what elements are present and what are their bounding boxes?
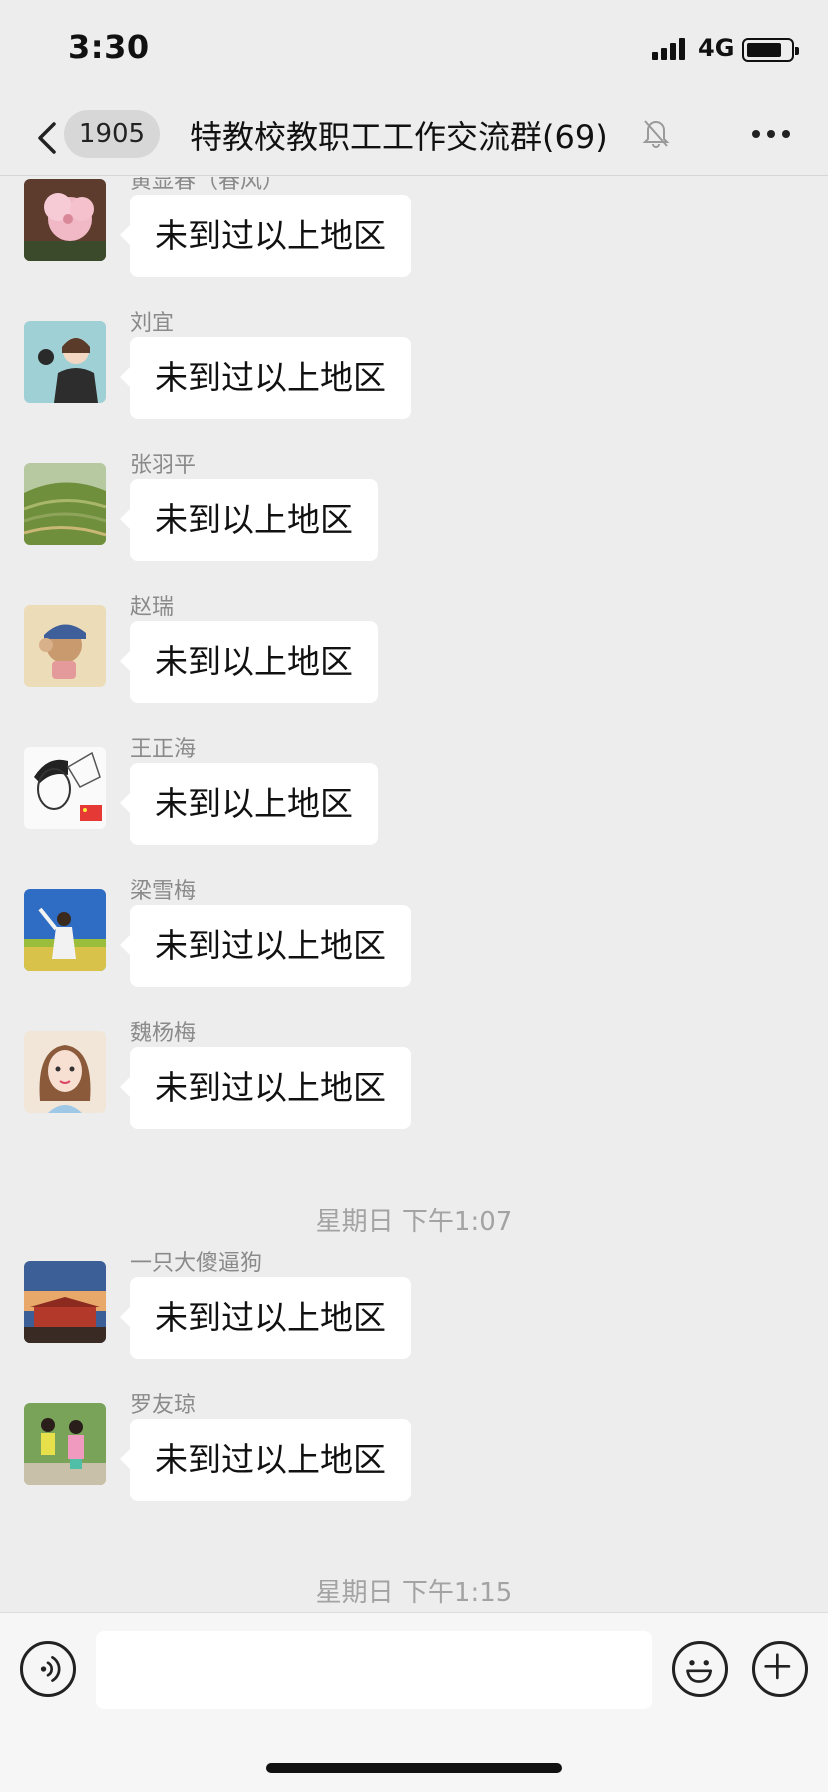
message-bubble[interactable]: 未到过以上地区 <box>120 1047 411 1129</box>
more-icon[interactable] <box>750 130 794 142</box>
mute-bell-icon <box>642 120 670 148</box>
message-bubble[interactable]: 未到过以上地区 <box>120 905 411 987</box>
battery-icon <box>742 38 799 62</box>
sender-name: 一只大傻逼狗 <box>130 1251 263 1276</box>
voice-icon[interactable] <box>20 1641 76 1697</box>
message-item: 罗友琼 未到过以上地区 <box>0 1387 828 1501</box>
avatar[interactable] <box>24 889 106 971</box>
avatar[interactable] <box>24 1261 106 1343</box>
avatar[interactable] <box>24 1031 106 1113</box>
message-input[interactable] <box>96 1631 652 1709</box>
sender-name: 魏杨梅 <box>130 1021 197 1046</box>
sender-name: 黄显春（春风） <box>130 177 285 194</box>
home-indicator[interactable] <box>266 1763 562 1773</box>
avatar[interactable] <box>24 1403 106 1485</box>
message-bubble[interactable]: 未到过以上地区 <box>120 337 411 419</box>
sender-name: 罗友琼 <box>130 1393 197 1418</box>
chat-title: 特教校教职工工作交流群(69) <box>190 118 608 156</box>
message-item: 魏杨梅 未到过以上地区 <box>0 1015 828 1129</box>
avatar[interactable] <box>24 747 106 829</box>
message-bubble[interactable]: 未到以上地区 <box>120 479 378 561</box>
message-item: 赵瑞 未到以上地区 <box>0 589 828 703</box>
chat-screen: 3:30 4G 1905 特教校教职工工作交流群(69) 黄显春（春风） 未到过… <box>0 0 828 1792</box>
sender-name: 刘宜 <box>130 311 175 336</box>
message-list: 黄显春（春风） 未到过以上地区 刘宜 未到过以上地区 张羽平 未到以上地区 赵瑞… <box>0 177 828 1612</box>
unread-count-badge[interactable]: 1905 <box>64 110 160 158</box>
message-item: 王正海 未到以上地区 <box>0 731 828 845</box>
network-type: 4G <box>698 34 735 62</box>
time-divider: 星期日 下午1:15 <box>315 1578 513 1608</box>
emoji-icon[interactable] <box>672 1641 728 1697</box>
message-item: 张羽平 未到以上地区 <box>0 447 828 561</box>
message-bubble[interactable]: 未到以上地区 <box>120 621 378 703</box>
plus-icon[interactable] <box>752 1641 808 1697</box>
message-bubble[interactable]: 未到过以上地区 <box>120 1277 411 1359</box>
nav-bar: 1905 特教校教职工工作交流群(69) <box>0 100 828 176</box>
message-item: 一只大傻逼狗 未到过以上地区 <box>0 1245 828 1359</box>
sender-name: 张羽平 <box>130 453 197 478</box>
time-divider: 星期日 下午1:07 <box>315 1207 513 1237</box>
sender-name: 赵瑞 <box>130 595 175 620</box>
avatar[interactable] <box>24 605 106 687</box>
message-bubble[interactable]: 未到过以上地区 <box>120 195 411 277</box>
status-bar: 3:30 4G <box>0 0 828 100</box>
message-item: 梁雪梅 未到过以上地区 <box>0 873 828 987</box>
message-item: 黄显春（春风） 未到过以上地区 <box>0 177 828 277</box>
message-item: 刘宜 未到过以上地区 <box>0 305 828 419</box>
signal-icon <box>652 38 688 60</box>
status-time: 3:30 <box>68 28 150 66</box>
avatar[interactable] <box>24 179 106 261</box>
sender-name: 王正海 <box>130 737 197 762</box>
sender-name: 梁雪梅 <box>130 879 197 904</box>
message-bubble[interactable]: 未到过以上地区 <box>120 1419 411 1501</box>
avatar[interactable] <box>24 321 106 403</box>
message-bubble[interactable]: 未到以上地区 <box>120 763 378 845</box>
avatar[interactable] <box>24 463 106 545</box>
